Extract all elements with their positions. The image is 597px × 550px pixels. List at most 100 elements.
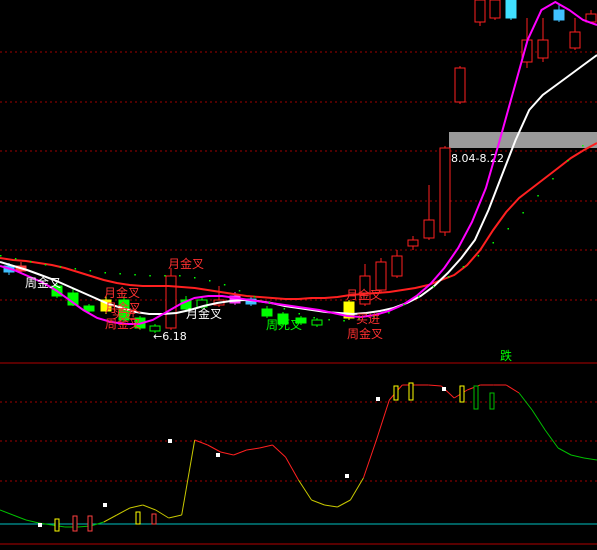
candle-body bbox=[407, 239, 419, 247]
indicator-segment bbox=[220, 451, 234, 456]
signal-label: 买进 bbox=[356, 312, 380, 326]
indicator-marker bbox=[376, 397, 380, 401]
dotted-point bbox=[59, 266, 62, 268]
indicator-marker bbox=[216, 453, 220, 457]
candle-body bbox=[165, 275, 177, 329]
candle-body bbox=[454, 67, 466, 103]
dotted-point bbox=[44, 264, 47, 266]
dotted-point bbox=[268, 302, 271, 304]
indicator-segment bbox=[583, 457, 597, 461]
dotted-point bbox=[89, 270, 92, 272]
indicator-segment bbox=[505, 384, 520, 394]
indicator-segment bbox=[557, 447, 572, 456]
candle-body bbox=[537, 39, 549, 59]
indicator-segment bbox=[12, 514, 27, 521]
dotted-point bbox=[74, 268, 77, 270]
indicator-bar bbox=[489, 392, 495, 410]
indicator-segment bbox=[272, 444, 286, 458]
signal-label: 周金叉 bbox=[347, 326, 383, 341]
dotted-point bbox=[522, 212, 524, 214]
indicator-bar bbox=[87, 515, 93, 532]
indicator-segment bbox=[428, 384, 442, 387]
candle-body bbox=[569, 31, 581, 49]
indicator-bar bbox=[408, 382, 414, 401]
stock-chart: 8.04-8.22 周金叉 月金叉 月金叉 周金叉 买进 月金叉 周死叉 月金叉… bbox=[0, 0, 597, 545]
dotted-point bbox=[447, 276, 450, 278]
indicator-segment bbox=[233, 449, 247, 456]
candle-body bbox=[553, 9, 565, 21]
dotted-point bbox=[209, 280, 211, 282]
dotted-point bbox=[552, 178, 554, 180]
dotted-point bbox=[119, 273, 121, 275]
dotted-point bbox=[417, 296, 420, 298]
candle-body bbox=[375, 261, 387, 291]
dotted-point bbox=[29, 261, 32, 263]
dotted-point bbox=[223, 284, 226, 286]
candle-body bbox=[261, 308, 273, 317]
dotted-point bbox=[179, 275, 181, 277]
lower-indicator bbox=[0, 382, 597, 532]
dotted-point bbox=[492, 242, 494, 244]
indicator-marker bbox=[38, 523, 42, 527]
signal-label: 买进 bbox=[112, 307, 136, 321]
dotted-point bbox=[477, 255, 480, 257]
dotted-point bbox=[343, 320, 345, 322]
indicator-segment bbox=[311, 499, 325, 506]
dotted-point bbox=[14, 258, 17, 260]
candle-body bbox=[505, 0, 517, 19]
candle-body bbox=[311, 319, 323, 326]
indicator-segment bbox=[181, 439, 196, 516]
dotted-point bbox=[104, 272, 106, 274]
signal-label: 周死叉 bbox=[266, 318, 302, 332]
indicator-segment bbox=[116, 507, 131, 516]
indicator-segment bbox=[25, 519, 40, 524]
signal-label: 月金叉 bbox=[168, 256, 204, 271]
lower-grid bbox=[0, 401, 597, 482]
indicator-segment bbox=[375, 399, 390, 441]
ma-line bbox=[0, 142, 597, 300]
upper-grid bbox=[0, 51, 597, 301]
indicator-segment bbox=[155, 509, 169, 519]
indicator-segment bbox=[129, 504, 143, 509]
indicator-bar bbox=[72, 515, 78, 532]
indicator-segment bbox=[362, 439, 377, 479]
candle-body bbox=[439, 147, 451, 233]
indicator-segment bbox=[168, 514, 182, 519]
dotted-point bbox=[388, 312, 390, 314]
low-price-marker: ←6.18 bbox=[153, 330, 187, 343]
dotted-point bbox=[134, 274, 136, 276]
dotted-point bbox=[462, 266, 465, 268]
signal-label: 月金叉 bbox=[104, 285, 140, 300]
dotted-point bbox=[507, 228, 509, 230]
candle-body bbox=[391, 255, 403, 277]
dotted-point bbox=[238, 290, 241, 292]
dotted-point bbox=[403, 304, 405, 306]
indicator-top-label: 跌 bbox=[500, 348, 512, 363]
indicator-marker bbox=[168, 439, 172, 443]
signal-label: 月金叉 bbox=[346, 287, 382, 302]
candle-body bbox=[474, 0, 486, 23]
dotted-point bbox=[283, 308, 286, 310]
dotted-point bbox=[0, 255, 2, 257]
price-range-band bbox=[449, 132, 597, 148]
indicator-bar bbox=[459, 385, 465, 403]
indicator-segment bbox=[246, 447, 260, 451]
indicator-segment bbox=[285, 456, 299, 481]
indicator-segment bbox=[531, 409, 546, 431]
dotted-point bbox=[149, 275, 151, 277]
indicator-segment bbox=[544, 429, 559, 449]
candle-body bbox=[423, 219, 435, 239]
indicator-segment bbox=[570, 454, 585, 459]
indicator-bar bbox=[151, 513, 157, 525]
signal-label: 月金叉 bbox=[186, 306, 222, 321]
indicator-bar bbox=[473, 385, 479, 410]
indicator-segment bbox=[259, 444, 273, 449]
signal-label: 周金叉 bbox=[25, 275, 61, 290]
indicator-segment bbox=[337, 499, 351, 508]
dotted-point bbox=[313, 317, 315, 319]
dotted-point bbox=[582, 145, 584, 147]
dotted-point bbox=[298, 313, 300, 315]
candle-body bbox=[489, 0, 501, 19]
dotted-point bbox=[328, 319, 330, 321]
moving-average-lines bbox=[0, 0, 597, 325]
